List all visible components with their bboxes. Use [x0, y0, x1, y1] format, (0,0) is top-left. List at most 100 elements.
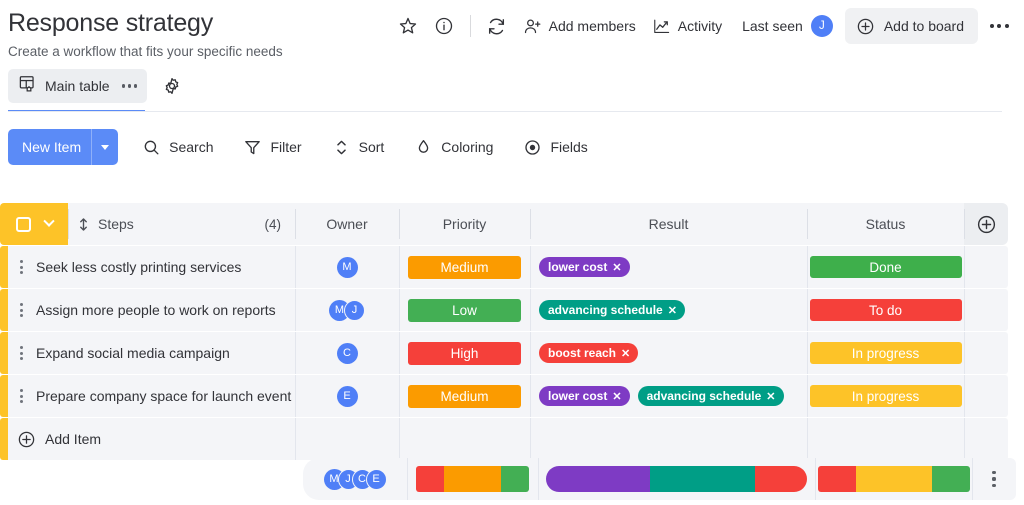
new-item-button[interactable]: New Item — [8, 129, 119, 165]
column-header-result[interactable]: Result — [530, 203, 807, 245]
row-drag-handle-icon[interactable] — [12, 260, 30, 274]
last-seen[interactable]: Last seen J — [742, 15, 833, 37]
summary-status[interactable] — [815, 458, 972, 500]
avatar[interactable]: C — [336, 342, 358, 364]
status-badge[interactable]: In progress — [809, 385, 962, 407]
result-tag[interactable]: lower cost ✕ — [539, 257, 630, 277]
owner-avatars[interactable]: M J C E — [323, 468, 387, 490]
row-drag-handle-icon[interactable] — [12, 389, 30, 403]
steps-count: (4) — [264, 216, 282, 232]
cell-result[interactable]: boost reach ✕ — [530, 332, 807, 374]
cell-priority[interactable]: Medium — [399, 375, 530, 417]
new-item-dropdown-button[interactable] — [92, 144, 118, 150]
priority-pill[interactable]: High — [408, 341, 521, 365]
table-header-row: Steps (4) Owner Priority Result Status — [0, 203, 1024, 245]
fields-button[interactable]: Fields — [517, 131, 593, 163]
cell-owner[interactable]: E — [295, 375, 399, 417]
cell-status[interactable]: In progress — [807, 375, 964, 417]
cell-owner[interactable]: C — [295, 332, 399, 374]
column-header-steps[interactable]: Steps (4) — [68, 203, 295, 245]
owner-avatars[interactable]: C — [336, 342, 358, 364]
owner-avatars[interactable]: M J — [329, 299, 365, 321]
favorite-star-button[interactable] — [390, 8, 426, 44]
view-settings-button[interactable] — [156, 70, 188, 102]
status-badge[interactable]: Done — [809, 256, 962, 278]
tab-main-table[interactable]: Main table — [8, 69, 148, 103]
cell-result[interactable]: lower cost ✕ advancing schedule ✕ — [530, 375, 807, 417]
cell-result[interactable]: lower cost ✕ — [530, 246, 807, 288]
summary-priority[interactable] — [407, 458, 538, 500]
result-summary-bar[interactable] — [546, 466, 807, 492]
status-summary-bar[interactable] — [817, 466, 970, 492]
add-item-row[interactable]: Add Item — [0, 418, 1024, 460]
bar-segment — [650, 466, 755, 492]
board-more-menu-button[interactable] — [982, 9, 1016, 43]
close-icon[interactable]: ✕ — [621, 347, 630, 360]
checkbox-icon — [15, 216, 31, 232]
cell-priority[interactable]: Low — [399, 289, 530, 331]
owner-avatars[interactable]: E — [336, 385, 358, 407]
table-row[interactable]: Assign more people to work on reports M … — [0, 289, 1024, 331]
coloring-button[interactable]: Coloring — [408, 131, 499, 163]
info-button[interactable] — [426, 8, 462, 44]
cell-status[interactable]: Done — [807, 246, 964, 288]
avatar[interactable]: M — [336, 256, 358, 278]
column-header-priority[interactable]: Priority — [399, 203, 530, 245]
avatar[interactable]: J — [344, 299, 365, 321]
avatar[interactable]: J — [810, 15, 833, 37]
close-icon[interactable]: ✕ — [612, 261, 621, 274]
priority-pill[interactable]: Medium — [408, 384, 521, 408]
select-all-checkbox[interactable] — [0, 203, 68, 245]
cell-status[interactable]: To do — [807, 289, 964, 331]
sort-button[interactable]: Sort — [326, 131, 391, 163]
owner-avatars[interactable]: M — [336, 256, 358, 278]
summary-result[interactable] — [538, 458, 815, 500]
result-tag[interactable]: boost reach ✕ — [539, 343, 639, 363]
avatar[interactable]: E — [336, 385, 358, 407]
add-to-board-button[interactable]: Add to board — [844, 8, 978, 44]
activity-history-button[interactable] — [479, 8, 515, 44]
table-row[interactable]: Seek less costly printing services M Med… — [0, 246, 1024, 288]
cell-steps[interactable]: Assign more people to work on reports — [8, 289, 295, 331]
column-header-status[interactable]: Status — [807, 203, 964, 245]
activity-button[interactable]: Activity — [644, 10, 730, 42]
add-members-button[interactable]: Add members — [515, 10, 644, 42]
close-icon[interactable]: ✕ — [612, 390, 621, 403]
sort-handle-icon[interactable] — [78, 217, 89, 232]
cell-steps[interactable]: Prepare company space for launch event — [8, 375, 295, 417]
cell-steps[interactable]: Seek less costly printing services — [8, 246, 295, 288]
table-row[interactable]: Expand social media campaign C High boos… — [0, 332, 1024, 374]
column-header-priority-label: Priority — [442, 216, 487, 232]
filter-button[interactable]: Filter — [237, 131, 307, 163]
cell-status[interactable]: In progress — [807, 332, 964, 374]
table-row[interactable]: Prepare company space for launch event E… — [0, 375, 1024, 417]
cell-priority[interactable]: Medium — [399, 246, 530, 288]
add-column-button[interactable] — [964, 203, 1008, 245]
close-icon[interactable]: ✕ — [766, 390, 775, 403]
summary-owner[interactable]: M J C E — [303, 458, 407, 500]
row-drag-handle-icon[interactable] — [12, 346, 30, 360]
status-badge[interactable]: To do — [809, 299, 962, 321]
result-tag[interactable]: advancing schedule ✕ — [539, 300, 685, 320]
priority-summary-bar[interactable] — [416, 466, 529, 492]
result-tag[interactable]: advancing schedule ✕ — [637, 386, 784, 406]
avatar[interactable]: E — [365, 468, 387, 490]
status-badge[interactable]: In progress — [809, 342, 962, 364]
add-item-button[interactable]: Add Item — [8, 418, 295, 460]
cell-result[interactable]: advancing schedule ✕ — [530, 289, 807, 331]
column-header-owner[interactable]: Owner — [295, 203, 399, 245]
cell-priority[interactable]: High — [399, 332, 530, 374]
chevron-down-icon[interactable] — [42, 215, 55, 227]
tab-menu-icon[interactable] — [121, 84, 138, 88]
cell-owner[interactable]: M J — [295, 289, 399, 331]
priority-pill[interactable]: Medium — [408, 255, 521, 279]
priority-pill[interactable]: Low — [408, 298, 521, 322]
cell-owner[interactable]: M — [295, 246, 399, 288]
row-drag-handle-icon[interactable] — [12, 303, 30, 317]
search-button[interactable]: Search — [136, 131, 219, 163]
close-icon[interactable]: ✕ — [668, 304, 677, 317]
summary-menu-button[interactable] — [972, 458, 1016, 500]
eye-fields-icon — [525, 139, 541, 155]
cell-steps[interactable]: Expand social media campaign — [8, 332, 295, 374]
result-tag[interactable]: lower cost ✕ — [539, 386, 630, 406]
